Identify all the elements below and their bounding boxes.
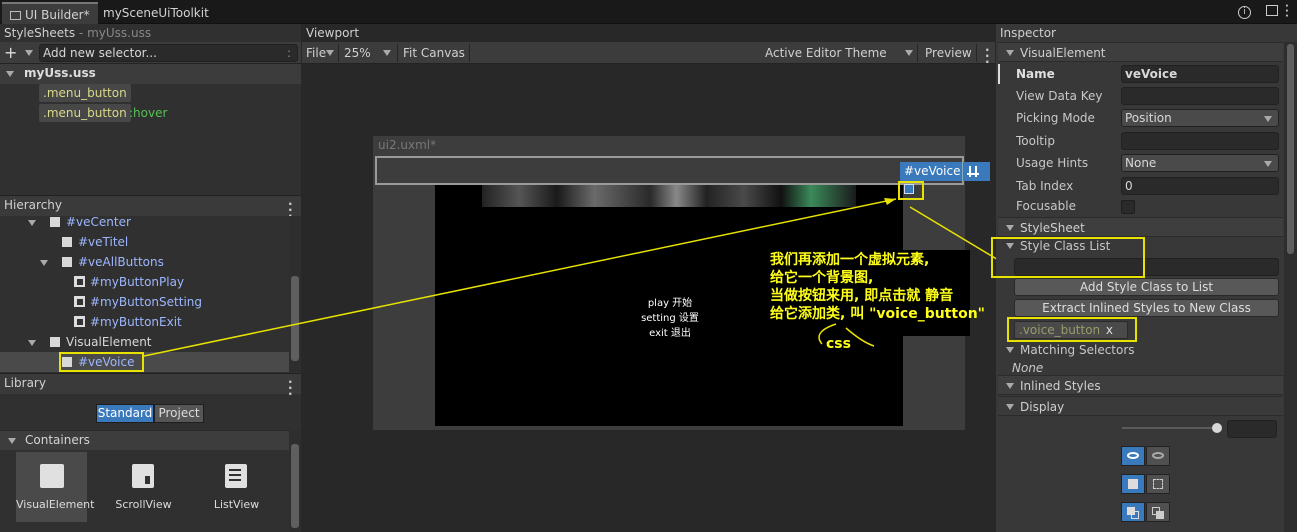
- opacity-field[interactable]: [1227, 420, 1277, 438]
- inspector-section-stylesheet[interactable]: StyleSheet: [998, 217, 1283, 237]
- matching-selectors-expand-icon[interactable]: [1006, 347, 1014, 353]
- dropdown-arrow-icon: [1264, 116, 1272, 122]
- overflow-visible-toggle[interactable]: [1121, 502, 1145, 522]
- arrow-hierarchy-to-canvas: [143, 198, 897, 357]
- extract-inlined-styles-button[interactable]: Extract Inlined Styles to New Class: [1014, 299, 1279, 317]
- tooltip-label: Tooltip: [1016, 134, 1055, 148]
- focusable-label: Focusable: [1016, 199, 1076, 213]
- display-none-toggle[interactable]: [1146, 446, 1170, 466]
- opacity-slider-track[interactable]: [1122, 427, 1216, 429]
- expand-arrow-icon[interactable]: [1006, 383, 1014, 389]
- usage-hints-label: Usage Hints: [1016, 156, 1089, 170]
- usage-hints-select[interactable]: None: [1121, 154, 1279, 172]
- inspector-scrollbar[interactable]: [1284, 42, 1297, 532]
- name-label: Name: [1016, 67, 1055, 81]
- inspector-section-visualelement[interactable]: VisualElement: [998, 42, 1283, 62]
- arrow-head: [884, 198, 896, 205]
- picking-mode-label: Picking Mode: [1016, 111, 1095, 125]
- expand-arrow-icon[interactable]: [1006, 50, 1014, 56]
- eye-closed-icon: [1152, 452, 1164, 459]
- display-flex-toggle[interactable]: [1121, 446, 1145, 466]
- tooltip-field[interactable]: [1121, 132, 1279, 150]
- view-data-key-label: View Data Key: [1016, 89, 1103, 103]
- css-brace: [818, 323, 875, 347]
- tab-index-field[interactable]: 0: [1121, 177, 1279, 195]
- inspector-section-display[interactable]: Display: [998, 396, 1283, 416]
- override-marker: [998, 64, 1000, 84]
- highlight-class-tag: [1007, 317, 1137, 342]
- inspector-section-inlined-styles[interactable]: Inlined Styles: [998, 375, 1283, 395]
- name-field[interactable]: veVoice: [1121, 65, 1279, 83]
- tab-index-label: Tab Index: [1016, 179, 1074, 193]
- add-style-class-button[interactable]: Add Style Class to List: [1014, 278, 1279, 296]
- dropdown-arrow-icon: [1264, 161, 1272, 167]
- opacity-slider-thumb[interactable]: [1212, 423, 1222, 433]
- visibility-hidden-toggle[interactable]: [1146, 474, 1170, 494]
- highlight-style-class-list: [991, 237, 1145, 278]
- square-dashed-icon: [1153, 479, 1163, 489]
- overflow-hidden-toggle[interactable]: [1146, 502, 1170, 522]
- square-filled-icon: [1128, 479, 1138, 489]
- inspector-title: Inspector: [1000, 26, 1056, 40]
- scroll-thumb[interactable]: [1287, 44, 1294, 254]
- matching-selectors-label: Matching Selectors: [1020, 343, 1135, 357]
- visibility-visible-toggle[interactable]: [1121, 474, 1145, 494]
- focusable-checkbox[interactable]: [1121, 200, 1135, 214]
- eye-icon: [1127, 452, 1139, 459]
- view-data-key-field[interactable]: [1121, 87, 1279, 105]
- expand-arrow-icon[interactable]: [1006, 404, 1014, 410]
- picking-mode-select[interactable]: Position: [1121, 109, 1279, 127]
- expand-arrow-icon[interactable]: [1006, 225, 1014, 231]
